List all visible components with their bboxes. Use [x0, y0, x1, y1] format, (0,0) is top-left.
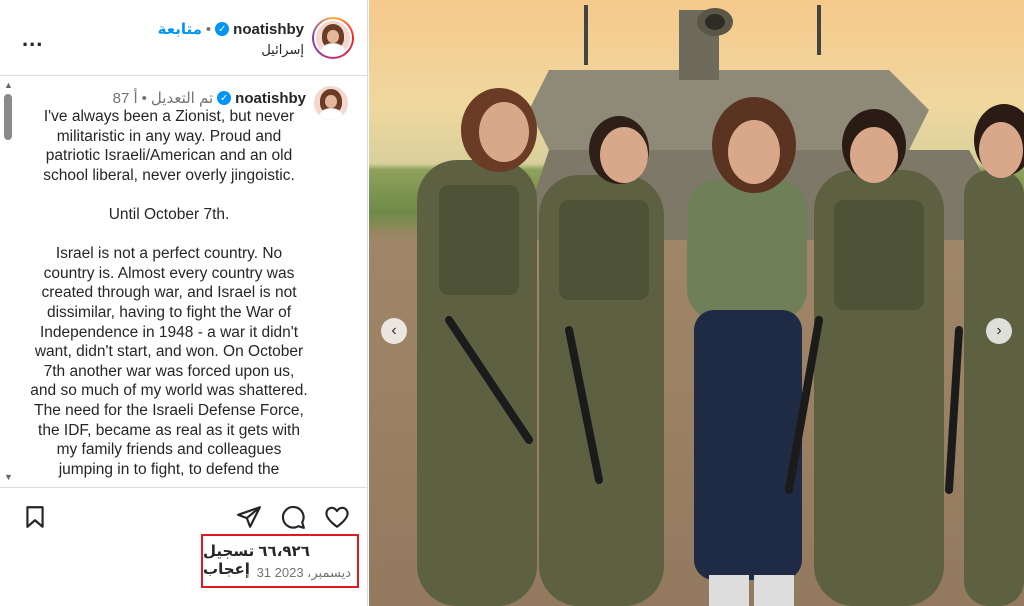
comment-icon[interactable]: [280, 504, 306, 530]
post-photo[interactable]: ‹ ›: [369, 0, 1024, 606]
follow-button[interactable]: متابعة: [158, 20, 202, 38]
share-icon[interactable]: [236, 504, 262, 530]
edited-label: تم التعديل: [150, 90, 214, 107]
post-location[interactable]: إسرائيل: [261, 42, 304, 58]
chevron-right-icon[interactable]: ›: [986, 318, 1012, 344]
caption-username[interactable]: noatishby: [235, 90, 306, 107]
more-options-icon[interactable]: ...: [22, 26, 43, 52]
header-avatar[interactable]: [312, 17, 354, 59]
highlight-box: ٦٦،٩٢٦ تسجيل إعجاب 31 ديسمبر، 2023: [201, 534, 359, 588]
action-bar: [0, 500, 368, 534]
post-date[interactable]: 31 ديسمبر، 2023: [257, 565, 351, 581]
divider: [0, 487, 368, 488]
header-user-line: متابعة • ✓ noatishby: [158, 20, 304, 39]
post-header: ... متابعة • ✓ noatishby إسرائيل: [0, 0, 368, 76]
caption-age: 87 أ: [112, 90, 138, 107]
header-username[interactable]: noatishby: [233, 21, 304, 38]
separator-dot: •: [141, 89, 147, 107]
caption-text: I've always been a Zionist, but never mi…: [30, 108, 308, 478]
separator-dot: •: [205, 20, 212, 38]
post-side-panel: ... متابعة • ✓ noatishby إسرائيل ▲ ▼ 87 …: [0, 0, 368, 606]
verified-badge-icon: ✓: [217, 91, 232, 105]
photo-scene: [369, 5, 1024, 606]
heart-icon[interactable]: [324, 504, 350, 530]
chevron-left-icon[interactable]: ‹: [381, 318, 407, 344]
caption-area: 87 أ • تم التعديل ✓ noatishby I've alway…: [0, 77, 368, 485]
caption-avatar[interactable]: [314, 86, 348, 120]
verified-badge-icon: ✓: [215, 22, 230, 36]
bookmark-icon[interactable]: [22, 504, 48, 530]
caption-header: 87 أ • تم التعديل ✓ noatishby: [112, 89, 306, 108]
